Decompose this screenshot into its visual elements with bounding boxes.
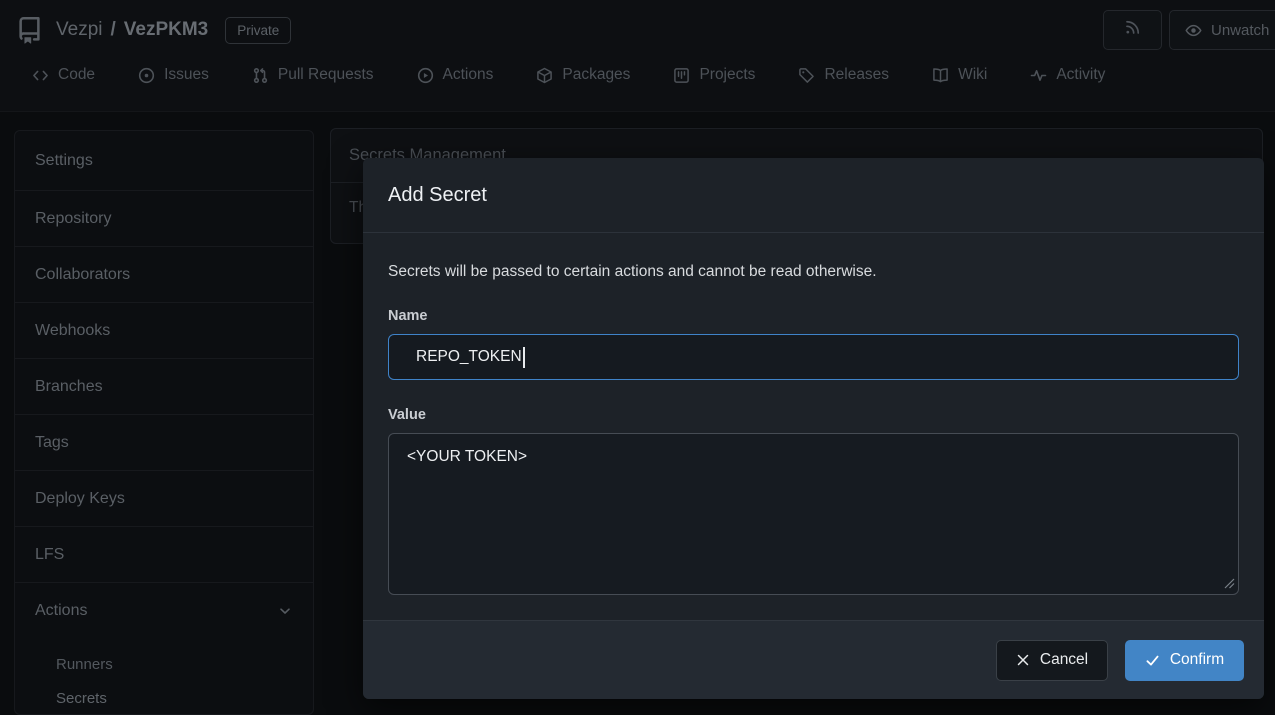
text-cursor	[523, 347, 525, 368]
play-circle-icon	[417, 67, 434, 84]
tab-packages[interactable]: Packages	[536, 66, 630, 84]
cancel-button[interactable]: Cancel	[996, 640, 1108, 681]
repo-tabs: Code Issues Pull Requests Actions Packag…	[32, 66, 1105, 84]
settings-sidebar: Settings Repository Collaborators Webhoo…	[14, 130, 314, 715]
repo-name-link[interactable]: VezPKM3	[124, 19, 208, 41]
code-icon	[32, 67, 49, 84]
add-secret-modal-header: Add Secret	[363, 158, 1264, 233]
repo-header-actions: Unwatch	[1103, 10, 1275, 50]
private-badge: Private	[225, 17, 291, 44]
check-icon	[1145, 653, 1160, 668]
sidebar-item-webhooks[interactable]: Webhooks	[15, 303, 313, 359]
pulse-icon	[1030, 67, 1047, 84]
secret-value-textarea[interactable]: <YOUR TOKEN>	[388, 433, 1239, 595]
sidebar-item-deploy-keys[interactable]: Deploy Keys	[15, 471, 313, 527]
repo-header: Vezpi / VezPKM3 Private	[16, 10, 291, 50]
rss-icon	[1124, 19, 1141, 41]
sidebar-item-settings[interactable]: Settings	[15, 131, 313, 191]
sidebar-item-runners[interactable]: Runners	[15, 647, 313, 681]
x-icon	[1016, 653, 1030, 667]
sidebar-item-lfs[interactable]: LFS	[15, 527, 313, 583]
name-field-label: Name	[388, 308, 1239, 324]
repo-owner-link[interactable]: Vezpi	[56, 19, 102, 41]
confirm-button[interactable]: Confirm	[1125, 640, 1244, 681]
modal-description: Secrets will be passed to certain action…	[388, 263, 1239, 281]
sidebar-item-branches[interactable]: Branches	[15, 359, 313, 415]
book-open-icon	[932, 67, 949, 84]
add-secret-modal-body: Secrets will be passed to certain action…	[363, 233, 1264, 595]
secret-name-input[interactable]: REPO_TOKEN	[388, 334, 1239, 380]
repo-title-separator: /	[110, 19, 115, 41]
tab-actions[interactable]: Actions	[417, 66, 494, 84]
secret-name-input-value: REPO_TOKEN	[416, 348, 522, 366]
sidebar-actions-submenu: Runners Secrets	[15, 639, 313, 715]
tag-icon	[798, 67, 815, 84]
eye-icon	[1185, 22, 1202, 39]
package-icon	[536, 67, 553, 84]
tab-pull-requests[interactable]: Pull Requests	[252, 66, 374, 84]
tab-issues[interactable]: Issues	[138, 66, 209, 84]
value-field-label: Value	[388, 407, 1239, 423]
repo-book-icon	[16, 17, 43, 44]
project-board-icon	[673, 67, 690, 84]
tab-activity[interactable]: Activity	[1030, 66, 1105, 84]
tab-wiki[interactable]: Wiki	[932, 66, 987, 84]
gitea-repo-settings-page: Vezpi / VezPKM3 Private Unwatch Code Iss…	[0, 0, 1275, 715]
sidebar-item-tags[interactable]: Tags	[15, 415, 313, 471]
add-secret-modal-actions: Cancel Confirm	[363, 620, 1264, 699]
rss-feed-button[interactable]	[1103, 10, 1162, 50]
modal-title: Add Secret	[388, 184, 487, 207]
repo-title: Vezpi / VezPKM3	[56, 19, 208, 41]
tab-projects[interactable]: Projects	[673, 66, 755, 84]
unwatch-label: Unwatch	[1211, 22, 1269, 39]
issue-opened-icon	[138, 67, 155, 84]
tab-releases[interactable]: Releases	[798, 66, 889, 84]
git-pull-request-icon	[252, 67, 269, 84]
chevron-down-icon	[277, 603, 293, 619]
sidebar-item-secrets[interactable]: Secrets	[15, 681, 313, 715]
sidebar-item-repository[interactable]: Repository	[15, 191, 313, 247]
unwatch-button[interactable]: Unwatch	[1169, 10, 1275, 50]
textarea-resize-handle[interactable]	[1222, 576, 1235, 589]
sidebar-item-actions[interactable]: Actions	[15, 583, 313, 639]
add-secret-modal: Add Secret Secrets will be passed to cer…	[363, 158, 1264, 699]
sidebar-item-collaborators[interactable]: Collaborators	[15, 247, 313, 303]
tab-code[interactable]: Code	[32, 66, 95, 84]
